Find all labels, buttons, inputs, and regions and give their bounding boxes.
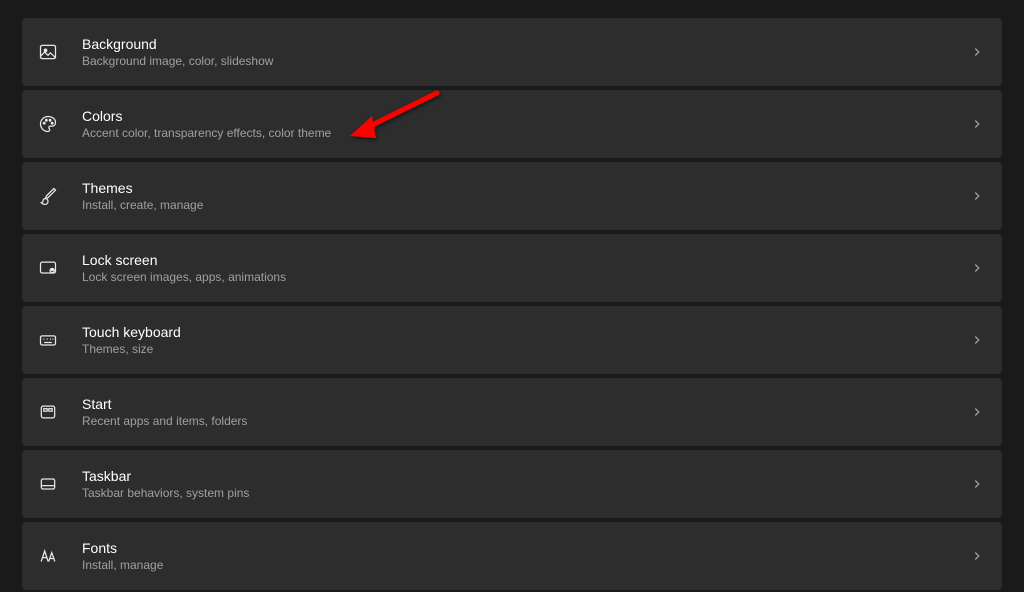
item-desc: Themes, size xyxy=(82,342,970,356)
settings-item-taskbar[interactable]: Taskbar Taskbar behaviors, system pins xyxy=(22,450,1002,518)
chevron-right-icon xyxy=(970,549,984,563)
item-text: Colors Accent color, transparency effect… xyxy=(82,108,970,140)
fonts-icon xyxy=(36,544,60,568)
item-title: Themes xyxy=(82,180,970,196)
settings-item-themes[interactable]: Themes Install, create, manage xyxy=(22,162,1002,230)
start-icon xyxy=(36,400,60,424)
item-desc: Install, create, manage xyxy=(82,198,970,212)
settings-item-touch-keyboard[interactable]: Touch keyboard Themes, size xyxy=(22,306,1002,374)
chevron-right-icon xyxy=(970,261,984,275)
item-text: Touch keyboard Themes, size xyxy=(82,324,970,356)
settings-item-background[interactable]: Background Background image, color, slid… xyxy=(22,18,1002,86)
lock-screen-icon xyxy=(36,256,60,280)
brush-icon xyxy=(36,184,60,208)
settings-list: Background Background image, color, slid… xyxy=(22,18,1002,590)
item-title: Lock screen xyxy=(82,252,970,268)
item-title: Colors xyxy=(82,108,970,124)
settings-item-fonts[interactable]: Fonts Install, manage xyxy=(22,522,1002,590)
chevron-right-icon xyxy=(970,333,984,347)
chevron-right-icon xyxy=(970,45,984,59)
item-text: Background Background image, color, slid… xyxy=(82,36,970,68)
settings-item-lock-screen[interactable]: Lock screen Lock screen images, apps, an… xyxy=(22,234,1002,302)
chevron-right-icon xyxy=(970,477,984,491)
taskbar-icon xyxy=(36,472,60,496)
item-desc: Install, manage xyxy=(82,558,970,572)
item-desc: Recent apps and items, folders xyxy=(82,414,970,428)
item-text: Lock screen Lock screen images, apps, an… xyxy=(82,252,970,284)
palette-icon xyxy=(36,112,60,136)
item-text: Start Recent apps and items, folders xyxy=(82,396,970,428)
item-title: Start xyxy=(82,396,970,412)
item-text: Themes Install, create, manage xyxy=(82,180,970,212)
settings-item-colors[interactable]: Colors Accent color, transparency effect… xyxy=(22,90,1002,158)
item-title: Taskbar xyxy=(82,468,970,484)
item-desc: Accent color, transparency effects, colo… xyxy=(82,126,970,140)
settings-item-start[interactable]: Start Recent apps and items, folders xyxy=(22,378,1002,446)
chevron-right-icon xyxy=(970,189,984,203)
item-desc: Lock screen images, apps, animations xyxy=(82,270,970,284)
item-text: Fonts Install, manage xyxy=(82,540,970,572)
keyboard-icon xyxy=(36,328,60,352)
item-title: Background xyxy=(82,36,970,52)
chevron-right-icon xyxy=(970,405,984,419)
item-desc: Taskbar behaviors, system pins xyxy=(82,486,970,500)
item-title: Fonts xyxy=(82,540,970,556)
item-text: Taskbar Taskbar behaviors, system pins xyxy=(82,468,970,500)
chevron-right-icon xyxy=(970,117,984,131)
item-title: Touch keyboard xyxy=(82,324,970,340)
picture-icon xyxy=(36,40,60,64)
item-desc: Background image, color, slideshow xyxy=(82,54,970,68)
